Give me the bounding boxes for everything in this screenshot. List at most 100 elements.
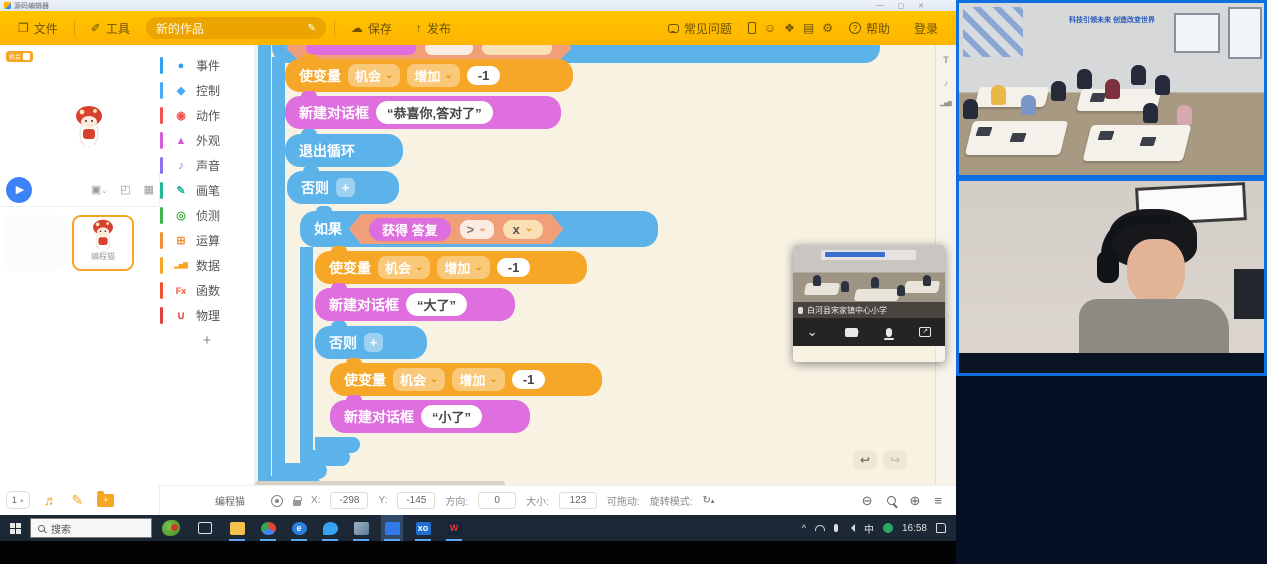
value-input[interactable]: -1 — [512, 370, 546, 389]
x-variable-dropdown[interactable]: x⌄ — [503, 220, 544, 239]
minimize-icon[interactable]: — — [877, 2, 884, 10]
microphone-icon[interactable] — [886, 328, 892, 337]
teacher-video-feed[interactable] — [956, 178, 1267, 376]
undo-button[interactable]: ↩ — [853, 451, 877, 469]
task-view-icon[interactable] — [198, 522, 212, 534]
clock[interactable]: 16:58 — [902, 523, 927, 534]
file-menu[interactable]: ❐ 文件 — [10, 20, 66, 37]
add-condition-button[interactable]: + — [336, 178, 355, 197]
login-button[interactable]: 登录 — [906, 20, 946, 37]
magnifier-icon[interactable] — [887, 496, 896, 505]
palette-category-pen[interactable]: ✎画笔 — [160, 178, 254, 203]
close-icon[interactable]: ✕ — [918, 2, 924, 10]
exit-loop-block[interactable]: 退出循环 — [285, 134, 403, 167]
faq-button[interactable]: 常见问题 — [660, 20, 740, 37]
palette-category-looks[interactable]: ▲外观 — [160, 128, 254, 153]
messenger-icon[interactable] — [319, 515, 341, 541]
page-selector[interactable]: 1 ▴ — [6, 491, 30, 509]
palette-category-events[interactable]: ●事件 — [160, 53, 254, 78]
rotation-mode-dropdown[interactable]: ↻▴ — [702, 495, 714, 506]
block-list-menu-icon[interactable]: ≡ — [934, 493, 942, 508]
zoom-out-icon[interactable]: ⊖ — [862, 493, 873, 509]
taskbar-search-input[interactable]: 搜索 — [30, 518, 152, 538]
tray-mic-icon[interactable] — [834, 524, 838, 532]
collapse-chevron-icon[interactable]: ⌄ — [807, 324, 818, 340]
settings-gear-icon[interactable]: ⚙ — [822, 21, 833, 35]
loop-block-wall[interactable] — [258, 45, 271, 485]
palette-category-sensing[interactable]: ◎侦测 — [160, 203, 254, 228]
classroom-video-feed[interactable]: 科技引领未来 创造改变世界 — [956, 0, 1267, 178]
else-block[interactable]: 否则 + — [315, 326, 427, 359]
add-category-button[interactable]: + — [160, 328, 254, 353]
set-variable-block[interactable]: 使变量 机会⌄ 增加⌄ -1 — [330, 363, 602, 396]
floating-video-window[interactable]: 白河县宋家镇中心小学 ⌄ ↗ — [793, 245, 945, 362]
palette-category-operators[interactable]: ⊞运算 — [160, 228, 254, 253]
value-input[interactable]: -1 — [467, 66, 501, 85]
sound-icon[interactable]: ♪ — [944, 78, 949, 88]
project-name-input[interactable]: 新的作品 ✎ — [146, 17, 326, 39]
dialog-text-input[interactable]: “恭喜你,答对了” — [376, 101, 493, 124]
add-condition-button[interactable]: + — [364, 333, 383, 352]
blocks-icon[interactable]: ❖ — [784, 21, 795, 35]
speaker-icon[interactable] — [847, 524, 855, 532]
lock-icon[interactable] — [293, 500, 301, 506]
netdisk-icon[interactable] — [350, 515, 372, 541]
palette-category-data[interactable]: ▂▅▇数据 — [160, 253, 254, 278]
expand-icon[interactable]: ↗ — [919, 327, 931, 337]
variable-dropdown[interactable]: 机会⌄ — [348, 64, 400, 87]
new-dialog-block[interactable]: 新建对话框 “恭喜你,答对了” — [285, 96, 561, 129]
if-block-wall[interactable] — [300, 247, 313, 453]
music-icon[interactable]: ♬ — [44, 492, 58, 508]
publish-button[interactable]: ↑ 发布 — [408, 20, 459, 37]
operation-dropdown[interactable]: 增加⌄ — [407, 64, 459, 87]
set-variable-block[interactable]: 使变量 机会⌄ 增加⌄ -1 — [315, 251, 587, 284]
y-value-input[interactable]: -145 — [397, 492, 435, 509]
new-dialog-block[interactable]: 新建对话框 “小了” — [330, 400, 530, 433]
variable-dropdown[interactable]: 机会⌄ — [393, 368, 445, 391]
if-block[interactable]: 如果 获得 答复 >⌄ x⌄ — [300, 211, 658, 247]
background-switch-icon[interactable]: ▣⌄ — [91, 183, 107, 196]
palette-category-sound[interactable]: ♪声音 — [160, 153, 254, 178]
camera-icon[interactable] — [845, 328, 858, 337]
play-button[interactable]: ▶ — [6, 177, 32, 203]
dialog-text-input[interactable]: “大了” — [406, 293, 467, 316]
statusbar-sprite-name[interactable]: 编程猫 — [215, 493, 261, 508]
weather-widget-icon[interactable] — [162, 520, 180, 536]
size-value-input[interactable]: 123 — [559, 492, 597, 509]
chrome-icon[interactable] — [257, 515, 279, 541]
sprite-on-stage[interactable] — [72, 103, 106, 154]
fullscreen-icon[interactable]: ◰ — [120, 183, 130, 196]
visibility-eye-icon[interactable] — [271, 495, 283, 507]
add-folder-icon[interactable]: + — [97, 494, 114, 507]
maximize-icon[interactable]: ▢ — [898, 2, 905, 10]
value-input[interactable]: -1 — [497, 258, 531, 277]
tray-app-icon[interactable] — [883, 523, 893, 533]
file-explorer-icon[interactable] — [226, 515, 248, 541]
save-button[interactable]: ☁ 保存 — [343, 20, 400, 37]
operation-dropdown[interactable]: 增加⌄ — [437, 256, 489, 279]
comparator-dropdown[interactable]: >⌄ — [460, 220, 494, 239]
if-block-wall[interactable] — [272, 57, 285, 477]
palette-category-physics[interactable]: ∪物理 — [160, 303, 254, 328]
mascot-face-icon[interactable]: ☺ — [764, 21, 776, 35]
help-button[interactable]: ? 帮助 — [841, 20, 898, 37]
backpack-icon[interactable]: ▤ — [803, 21, 814, 35]
palette-category-control[interactable]: ◆控制 — [160, 78, 254, 103]
set-variable-block[interactable]: 使变量 机会⌄ 增加⌄ -1 — [285, 59, 573, 92]
x-value-input[interactable]: -298 — [330, 492, 368, 509]
zoom-in-icon[interactable]: ⊕ — [910, 493, 921, 509]
background-card[interactable] — [6, 217, 64, 269]
variable-dropdown[interactable]: 机会⌄ — [378, 256, 430, 279]
variable-monitor[interactable]: 机会 — [6, 51, 33, 62]
tools-menu[interactable]: ✐ 工具 — [83, 20, 138, 37]
operation-dropdown[interactable]: 增加⌄ — [452, 368, 504, 391]
dialog-text-input[interactable]: “小了” — [421, 405, 482, 428]
else-block[interactable]: 否则 + — [287, 171, 399, 204]
mobile-icon[interactable] — [748, 22, 756, 34]
kitten-editor-taskbar-icon[interactable] — [381, 515, 403, 541]
redo-button[interactable]: ↪ — [883, 451, 907, 469]
sprite-card-selected[interactable]: 编程猫 — [72, 215, 134, 271]
grid-icon[interactable]: ▦ — [144, 183, 154, 196]
palette-category-motion[interactable]: ◉动作 — [160, 103, 254, 128]
start-button[interactable] — [0, 515, 30, 541]
